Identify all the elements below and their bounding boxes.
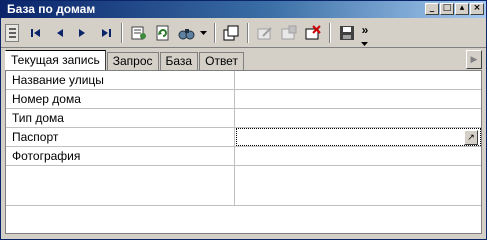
- find-button[interactable]: [177, 24, 197, 42]
- tab-base[interactable]: База: [159, 52, 199, 70]
- properties-button[interactable]: [129, 24, 149, 42]
- refresh-button[interactable]: [153, 24, 173, 42]
- properties-icon: [131, 26, 146, 40]
- new-window-icon: [223, 25, 239, 41]
- last-record-button[interactable]: [97, 24, 115, 42]
- field-row-empty: [6, 166, 481, 206]
- save-button[interactable]: [337, 24, 357, 42]
- street-name-field[interactable]: [235, 71, 481, 89]
- empty-field[interactable]: [235, 166, 481, 205]
- field-row-house-number: Номер дома: [6, 90, 481, 109]
- save-icon: [340, 26, 354, 40]
- house-type-field[interactable]: [235, 109, 481, 127]
- record-grid: Название улицы Номер дома Тип дома Паспо…: [5, 70, 482, 234]
- new-window-button[interactable]: [221, 24, 241, 42]
- field-label: Название улицы: [6, 71, 235, 89]
- delete-record-icon: [305, 25, 321, 40]
- window-title: База по домам: [7, 2, 96, 16]
- database-window: База по домам _ □ ▴ × » Текущая запись З…: [0, 0, 487, 240]
- add-record-button[interactable]: [279, 24, 299, 42]
- chevron-down-icon: [361, 42, 368, 46]
- title-bar[interactable]: База по домам _ □ ▴ ×: [1, 1, 486, 18]
- passport-field[interactable]: ↗: [236, 128, 481, 146]
- field-row-house-type: Тип дома: [6, 109, 481, 128]
- field-label: [6, 166, 235, 205]
- toolbar-separator: [329, 23, 331, 43]
- prev-record-icon: [57, 29, 63, 37]
- edit-record-button[interactable]: [255, 24, 275, 42]
- toolbar: »: [1, 18, 486, 48]
- photo-field[interactable]: [235, 147, 481, 165]
- close-button[interactable]: ×: [470, 3, 484, 15]
- add-record-icon: [281, 25, 297, 40]
- tab-strip: Текущая запись Запрос База Ответ ▶: [5, 50, 482, 70]
- tab-query[interactable]: Запрос: [106, 52, 159, 70]
- maximize-button[interactable]: ▴: [455, 3, 469, 15]
- chevron-down-icon: [200, 31, 207, 35]
- window-controls: _ □ ▴ ×: [425, 3, 484, 15]
- prev-record-button[interactable]: [51, 24, 69, 42]
- tab-scroll-right-button[interactable]: ▶: [466, 50, 482, 69]
- field-label: Тип дома: [6, 109, 235, 127]
- open-link-button[interactable]: ↗: [464, 130, 478, 145]
- restore-button[interactable]: □: [440, 3, 454, 15]
- first-record-icon: [31, 29, 40, 37]
- last-record-icon: [102, 29, 111, 37]
- delete-record-button[interactable]: [303, 24, 323, 42]
- field-label: Фотография: [6, 147, 235, 165]
- house-number-field[interactable]: [235, 90, 481, 108]
- field-label: Номер дома: [6, 90, 235, 108]
- edit-record-icon: [257, 27, 272, 40]
- toolbar-separator: [214, 23, 216, 43]
- toolbar-separator: [121, 23, 123, 43]
- tab-answer[interactable]: Ответ: [199, 52, 244, 70]
- field-row-photo: Фотография: [6, 147, 481, 166]
- find-dropdown[interactable]: [199, 24, 209, 42]
- next-record-icon: [79, 29, 85, 37]
- tab-current-record[interactable]: Текущая запись: [5, 50, 106, 70]
- grip-icon[interactable]: [5, 24, 19, 42]
- minimize-button[interactable]: _: [425, 3, 439, 15]
- next-record-button[interactable]: [73, 24, 91, 42]
- field-label: Паспорт: [6, 128, 235, 146]
- field-row-passport: Паспорт ↗: [6, 128, 481, 147]
- refresh-icon: [156, 25, 169, 41]
- find-icon: [178, 29, 195, 40]
- field-row-street-name: Название улицы: [6, 71, 481, 90]
- toolbar-separator: [247, 23, 249, 43]
- first-record-button[interactable]: [27, 24, 45, 42]
